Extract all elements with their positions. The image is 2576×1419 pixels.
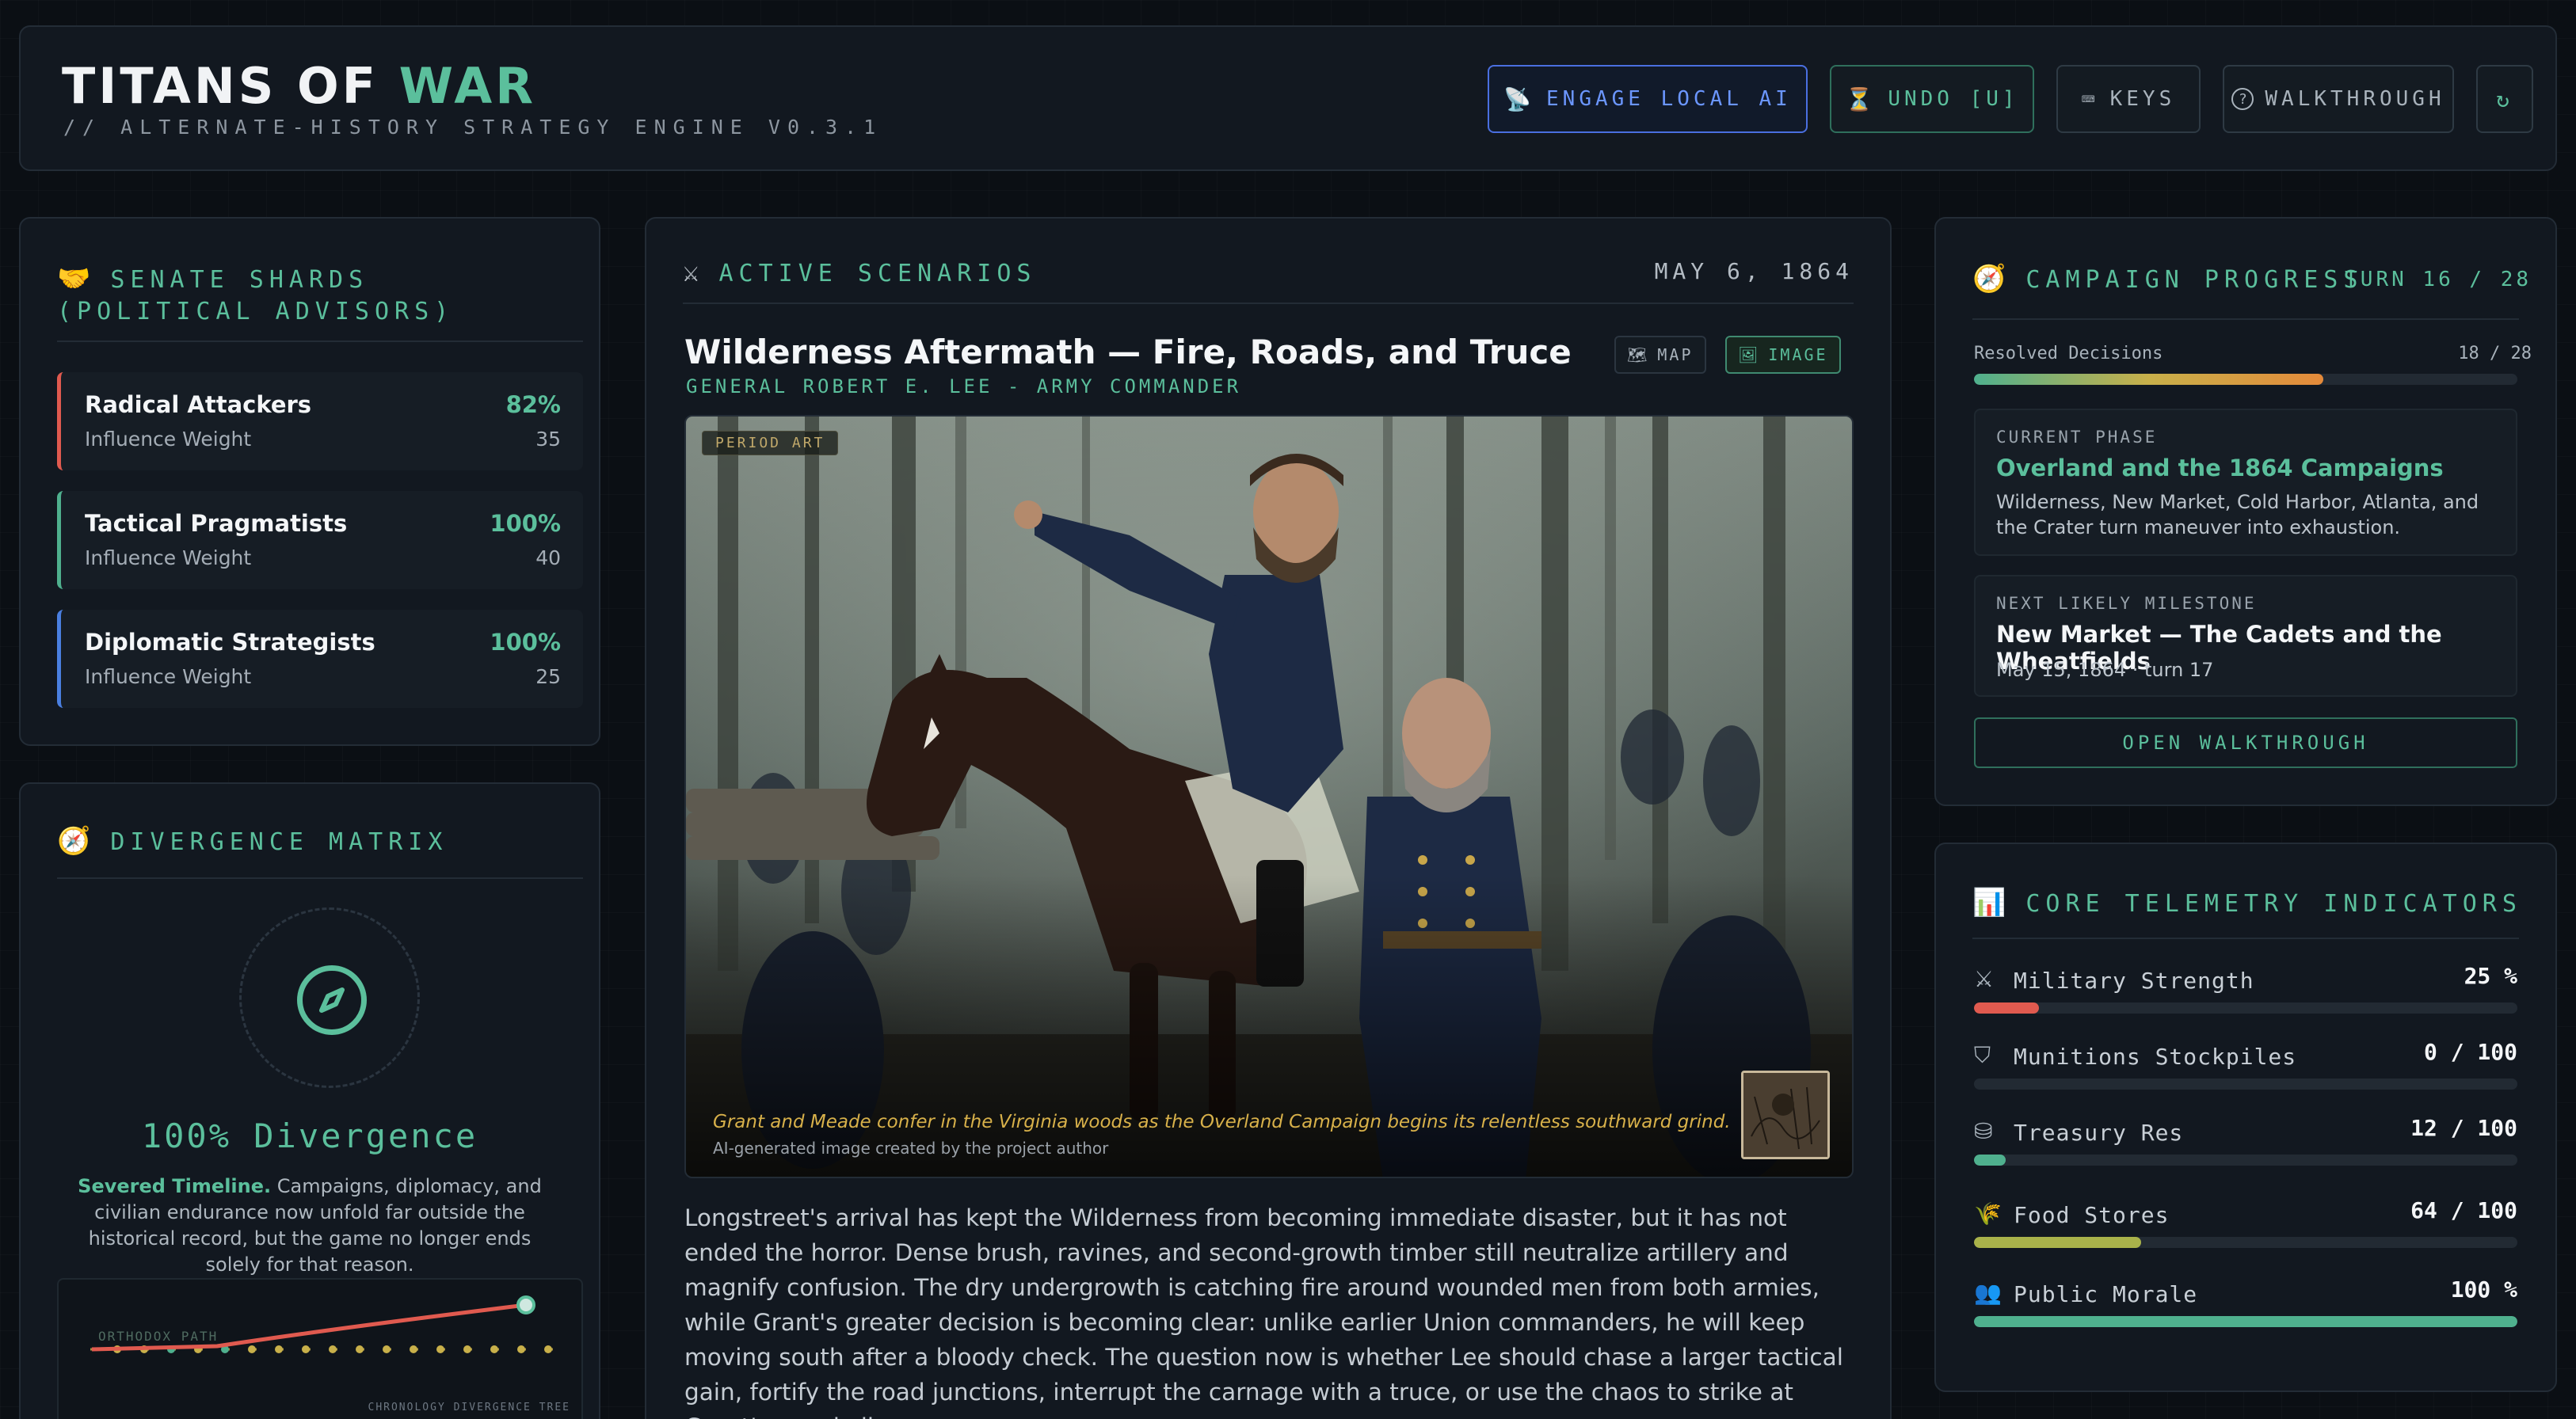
active-scenarios-title: ⚔ ACTIVE SCENARIOS — [683, 257, 1037, 288]
resolved-decisions-value: 18 / 28 — [2458, 344, 2532, 363]
image-icon: 🖼 — [1738, 345, 1761, 364]
turn-counter: TURN 16 / 28 — [2345, 268, 2532, 291]
coins-icon: ⛁ — [1974, 1118, 1993, 1144]
chronology-divergence-tree: ORTHODOX PATH CHRONOLOGY DIVERGENCE TREE — [57, 1278, 583, 1419]
divergence-panel: 🧭 DIVERGENCE MATRIX 100% Divergence Sever… — [19, 782, 600, 1419]
period-art-illustration — [686, 417, 1852, 1177]
shield-icon: ⛉ — [1974, 1042, 1991, 1068]
compass-icon: 🧭 — [57, 825, 97, 857]
period-art-badge: PERIOD ART — [702, 431, 839, 455]
wheat-icon: 🌾 — [1974, 1200, 2002, 1227]
campaign-title: 🧭 CAMPAIGN PROGRESS — [1972, 263, 2364, 295]
senate-title: 🤝 SENATE SHARDS (POLITICAL ADVISORS) — [57, 263, 455, 325]
app-subtitle: // ALTERNATE-HISTORY STRATEGY ENGINE V0.… — [63, 116, 883, 139]
open-walkthrough-button[interactable]: OPEN WALKTHROUGH — [1974, 717, 2517, 768]
scenario-period-art: PERIOD ART Grant and Meade confer in the… — [684, 415, 1854, 1178]
map-toggle[interactable]: 🗺 MAP — [1614, 336, 1706, 374]
scenario-narrative: Longstreet's arrival has kept the Wilder… — [684, 1204, 1843, 1419]
shard-diplomatic-strategists[interactable]: Diplomatic Strategists Influence Weight … — [57, 610, 583, 708]
resolved-decisions-fill — [1974, 374, 2324, 385]
crossed-swords-icon: ⚔ — [683, 257, 705, 288]
app-title: TITANS OF WAR — [62, 57, 536, 115]
divergence-value: 100% Divergence — [141, 1117, 478, 1155]
users-icon: 👥 — [1974, 1280, 2002, 1306]
phase-title: Overland and the 1864 Campaigns — [1996, 455, 2444, 481]
art-credit: AI-generated image created by the projec… — [713, 1139, 1109, 1158]
satellite-icon: 📡 — [1503, 86, 1536, 112]
image-toggle[interactable]: 🖼 IMAGE — [1725, 336, 1841, 374]
app-header: TITANS OF WAR // ALTERNATE-HISTORY STRAT… — [19, 25, 2557, 171]
map-icon: 🗺 — [1627, 345, 1650, 364]
swords-icon: ⚔ — [1974, 966, 1995, 992]
divergence-compass — [239, 907, 420, 1088]
reset-button[interactable]: ↻ — [2476, 65, 2533, 133]
walkthrough-button[interactable]: ? WALKTHROUGH — [2223, 65, 2454, 133]
next-milestone-card: NEXT LIKELY MILESTONE New Market — The C… — [1974, 575, 2517, 697]
scenario-title: Wilderness Aftermath — Fire, Roads, and … — [684, 333, 1572, 371]
compass-icon — [297, 965, 367, 1035]
resolved-decisions-label: Resolved Decisions — [1974, 344, 2163, 363]
current-phase-card: CURRENT PHASE Overland and the 1864 Camp… — [1974, 409, 2517, 556]
keys-button[interactable]: ⌨ KEYS — [2056, 65, 2201, 133]
bar-chart-icon: 📊 — [1972, 887, 2012, 919]
art-caption: Grant and Meade confer in the Virginia w… — [713, 1112, 1731, 1132]
active-scenarios-panel: ⚔ ACTIVE SCENARIOS MAY 6, 1864 Wilderness… — [645, 217, 1892, 1419]
handshake-icon: 🤝 — [57, 263, 97, 295]
compass-icon: 🧭 — [1972, 263, 2012, 295]
phase-description: Wilderness, New Market, Cold Harbor, Atl… — [1996, 491, 2479, 538]
campaign-progress-panel: 🧭 CAMPAIGN PROGRESS TURN 16 / 28 Resolved… — [1934, 217, 2557, 806]
resolved-decisions-bar — [1974, 374, 2517, 385]
divergence-description: Severed Timeline. Campaigns, diplomacy, … — [78, 1175, 542, 1276]
help-circle-icon: ? — [2231, 88, 2254, 110]
treasury-fill — [1974, 1155, 2006, 1166]
engage-ai-button[interactable]: 📡 ENGAGE LOCAL AI — [1488, 65, 1808, 133]
undo-button[interactable]: ⏳ UNDO [U] — [1830, 65, 2034, 133]
public-morale-fill — [1974, 1316, 2517, 1327]
divergence-title: 🧭 DIVERGENCE MATRIX — [57, 825, 448, 857]
telemetry-title: 📊 CORE TELEMETRY INDICATORS — [1972, 887, 2522, 919]
shard-radical-attackers[interactable]: Radical Attackers Influence Weight 82% 3… — [57, 372, 583, 470]
scenario-commander: GENERAL ROBERT E. LEE - ARMY COMMANDER — [686, 375, 1242, 398]
milestone-date: May 15, 1864 · turn 17 — [1996, 659, 2214, 681]
senate-panel: 🤝 SENATE SHARDS (POLITICAL ADVISORS) Radi… — [19, 217, 600, 746]
keyboard-icon: ⌨ — [2081, 86, 2099, 112]
shard-tactical-pragmatists[interactable]: Tactical Pragmatists Influence Weight 10… — [57, 491, 583, 589]
refresh-icon: ↻ — [2496, 86, 2513, 112]
hourglass-icon: ⏳ — [1845, 86, 1877, 112]
food-stores-fill — [1974, 1237, 2142, 1248]
core-telemetry-panel: 📊 CORE TELEMETRY INDICATORS ⚔ Military St… — [1934, 843, 2557, 1392]
art-thumbnail[interactable] — [1741, 1071, 1830, 1159]
scenario-date: MAY 6, 1864 — [1654, 258, 1854, 284]
military-strength-fill — [1974, 1002, 2040, 1014]
